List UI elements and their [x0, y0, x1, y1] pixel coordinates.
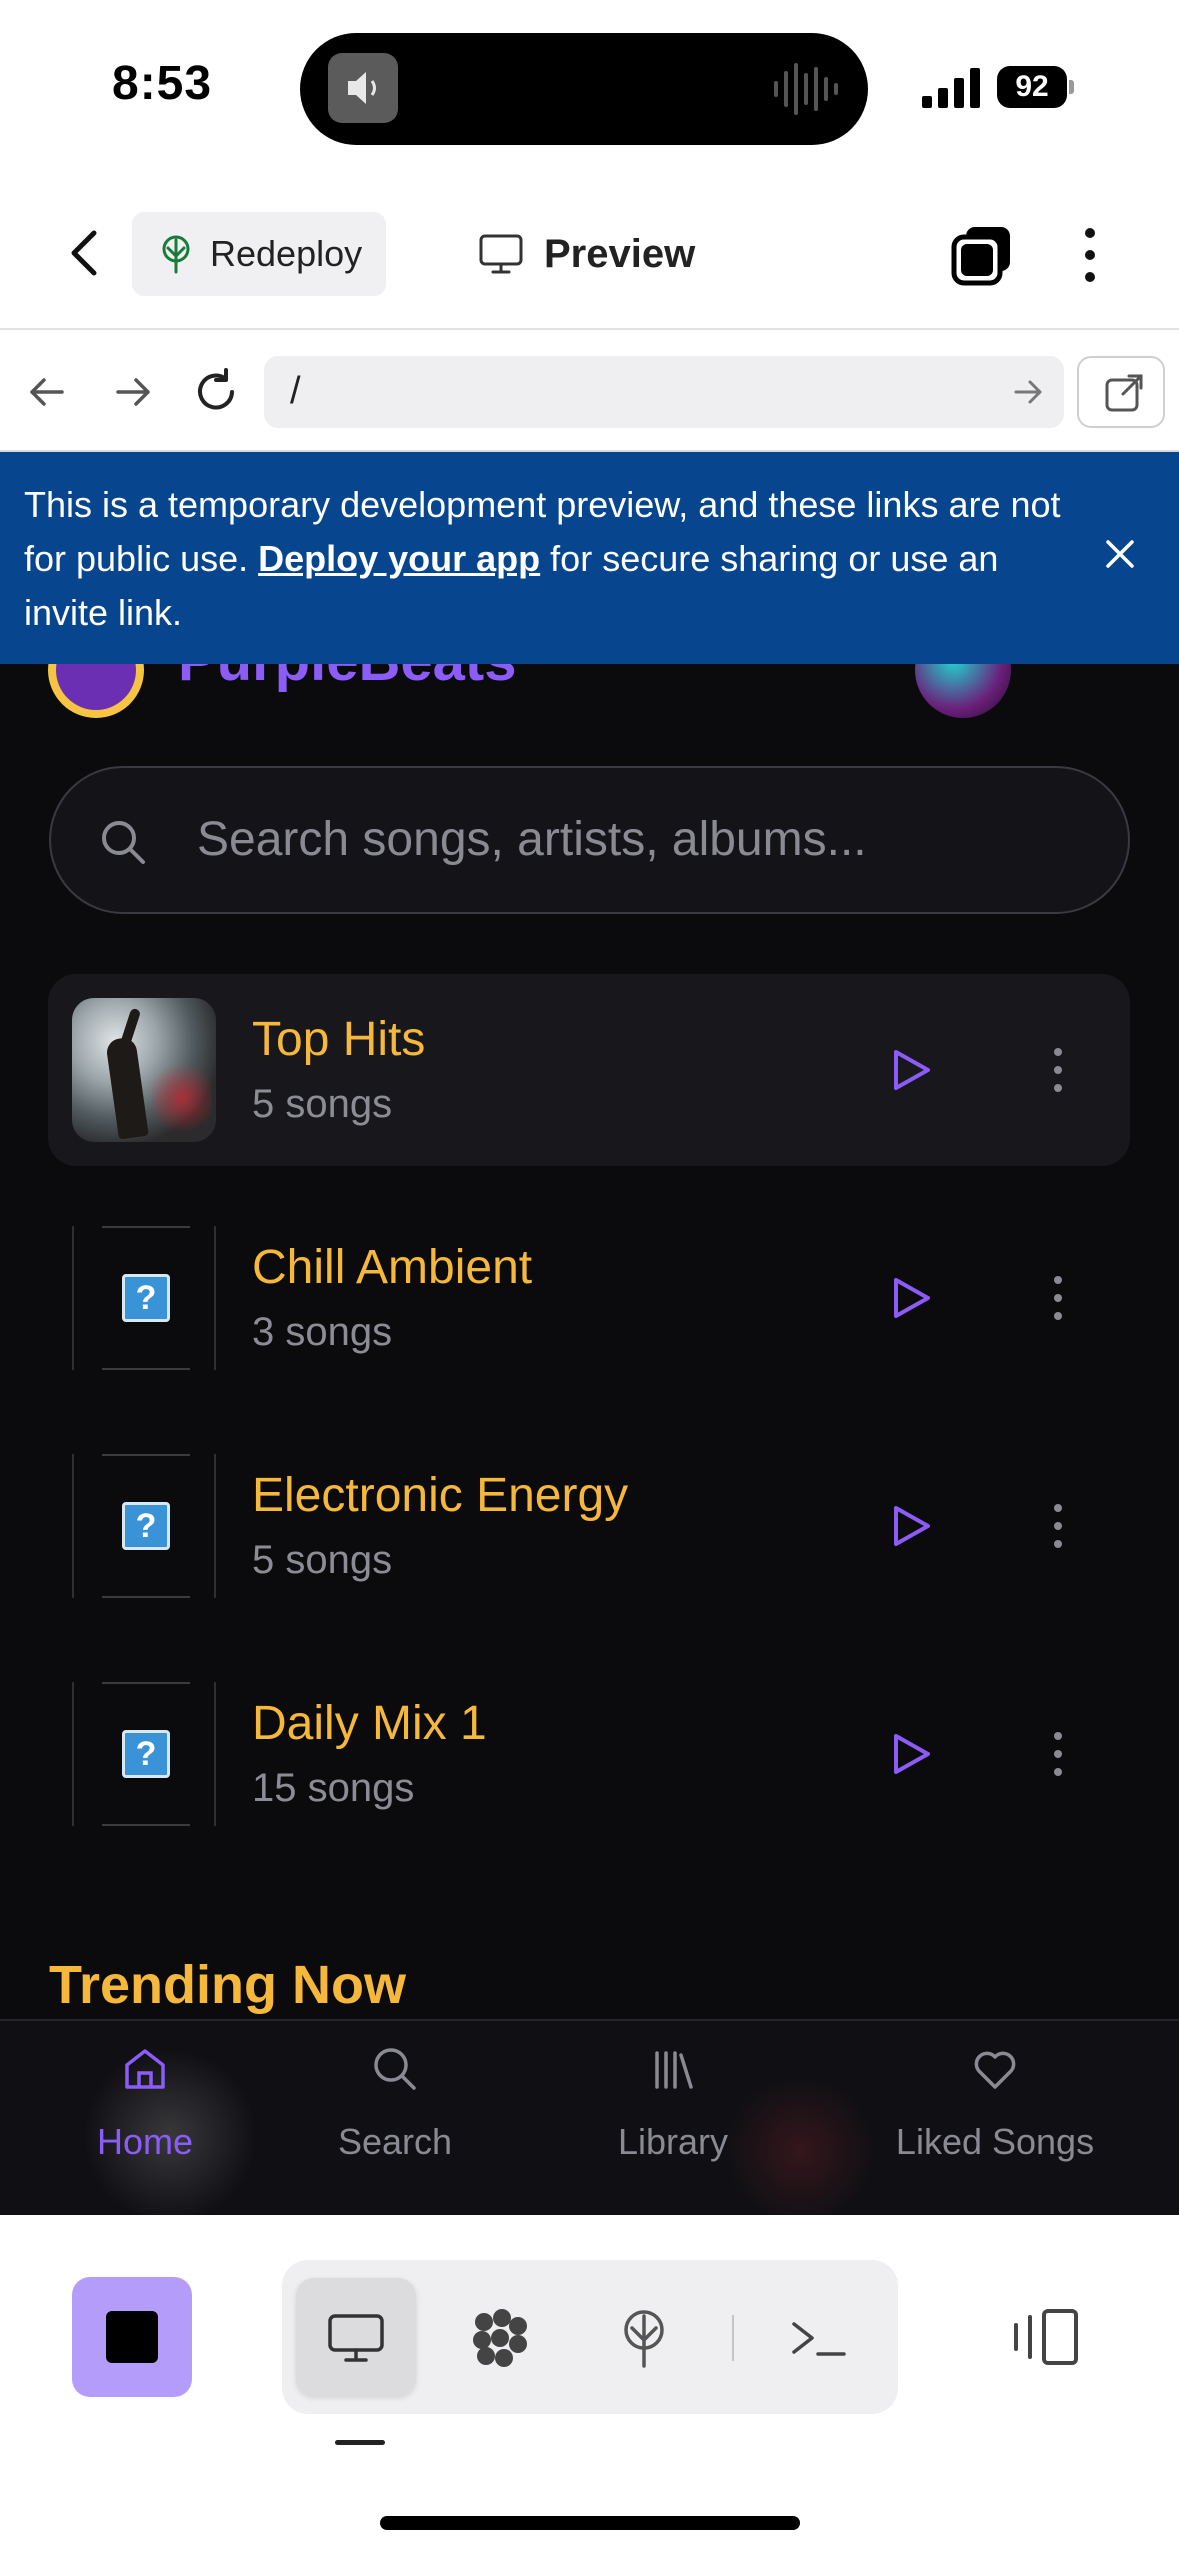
- playlist-title: Daily Mix 1: [252, 1697, 487, 1750]
- playlist-title: Top Hits: [252, 1013, 426, 1066]
- redeploy-button[interactable]: Redeploy: [132, 212, 386, 296]
- playlist-count: 5 songs: [252, 1082, 393, 1126]
- url-bar: /: [0, 332, 1179, 452]
- url-path: /: [290, 370, 301, 412]
- home-icon: [125, 2049, 165, 2089]
- stop-icon: [106, 2311, 158, 2363]
- panel-toggle-icon[interactable]: [1010, 2307, 1082, 2367]
- preview-mode-button[interactable]: [296, 2278, 416, 2396]
- app-viewport: PurpleBeats Search songs, artists, album…: [0, 452, 1179, 2215]
- open-external-button[interactable]: [1077, 356, 1165, 428]
- play-icon[interactable]: [884, 1044, 936, 1096]
- arrow-left-icon[interactable]: [18, 362, 78, 422]
- dev-preview-banner: This is a temporary development preview,…: [0, 452, 1179, 664]
- more-vertical-icon[interactable]: [1048, 1044, 1068, 1096]
- top-toolbar: Redeploy Preview: [0, 175, 1179, 330]
- nav-tab-library[interactable]: Library: [528, 2021, 818, 2215]
- more-vertical-icon[interactable]: [1048, 1500, 1068, 1552]
- library-icon: [655, 2051, 693, 2089]
- playlist-item[interactable]: Top Hits 5 songs: [48, 974, 1130, 1166]
- agent-swirl-icon: [473, 2309, 527, 2367]
- nav-label: Library: [617, 2121, 729, 2162]
- search-input[interactable]: Search songs, artists, albums...: [49, 766, 1130, 914]
- playlist-cover: [72, 998, 216, 1142]
- shell-mode-button[interactable]: [758, 2278, 878, 2396]
- broken-image-icon: ?: [122, 1730, 170, 1778]
- heart-icon: [974, 2051, 1016, 2089]
- active-indicator: [335, 2440, 385, 2445]
- nav-label: Liked Songs: [895, 2121, 1095, 2162]
- deploy-tree-icon: [624, 2310, 664, 2368]
- playlist-item[interactable]: ? Daily Mix 1 15 songs: [48, 1658, 1130, 1850]
- playlist-title: Chill Ambient: [252, 1241, 533, 1294]
- stop-button[interactable]: [72, 2277, 192, 2397]
- broken-image-icon: ?: [122, 1274, 170, 1322]
- play-icon[interactable]: [884, 1272, 936, 1324]
- deploy-tree-icon: [162, 235, 190, 274]
- playlist-cover: ?: [72, 1226, 216, 1370]
- view-mode-group: [282, 2260, 898, 2414]
- monitor-icon: [328, 2314, 384, 2362]
- playlist-cover: ?: [72, 1682, 216, 1826]
- more-vertical-icon[interactable]: [1048, 1272, 1068, 1324]
- close-icon[interactable]: [1100, 534, 1140, 574]
- tabs-icon[interactable]: [950, 223, 1014, 287]
- playlist-count: 15 songs: [252, 1766, 415, 1810]
- reload-icon[interactable]: [186, 362, 246, 422]
- nav-tab-home[interactable]: Home: [0, 2021, 290, 2215]
- url-input[interactable]: /: [264, 356, 1064, 428]
- search-icon: [374, 2048, 416, 2090]
- battery-icon: 92: [997, 66, 1074, 108]
- battery-level: 92: [997, 66, 1067, 108]
- external-link-icon: [1105, 374, 1143, 412]
- more-vertical-icon[interactable]: [1048, 1728, 1068, 1780]
- nav-tab-liked-songs[interactable]: Liked Songs: [850, 2021, 1140, 2215]
- status-time: 8:53: [112, 57, 213, 110]
- deploy-mode-button[interactable]: [584, 2278, 704, 2396]
- divider: [732, 2315, 734, 2361]
- search-icon: [102, 821, 145, 864]
- host-toolbar: [0, 2215, 1179, 2556]
- play-icon[interactable]: [884, 1728, 936, 1780]
- nav-label: Search: [337, 2121, 453, 2162]
- broken-image-icon: ?: [122, 1502, 170, 1550]
- section-title: Trending Now: [49, 1955, 406, 2015]
- audio-wave-icon: [774, 63, 838, 115]
- playlist-item[interactable]: ? Chill Ambient 3 songs: [48, 1202, 1130, 1394]
- speaker-icon: [328, 53, 398, 123]
- go-arrow-icon[interactable]: [1010, 374, 1046, 410]
- redeploy-label: Redeploy: [210, 233, 363, 274]
- dynamic-island: [300, 33, 868, 145]
- playlist-cover: ?: [72, 1454, 216, 1598]
- signal-icon: [922, 68, 980, 108]
- back-icon[interactable]: [58, 225, 114, 281]
- deploy-app-link[interactable]: Deploy your app: [258, 538, 540, 579]
- nav-label: Home: [96, 2121, 194, 2162]
- status-bar: 8:53 92: [0, 0, 1179, 175]
- bottom-nav: Home Search Library Liked Songs: [0, 2019, 1179, 2215]
- home-indicator: [380, 2516, 800, 2530]
- playlist-count: 3 songs: [252, 1310, 393, 1354]
- nav-tab-search[interactable]: Search: [250, 2021, 540, 2215]
- workspace-mode-button[interactable]: [440, 2278, 560, 2396]
- more-vertical-icon[interactable]: [1070, 223, 1110, 287]
- playlist-count: 5 songs: [252, 1538, 393, 1582]
- search-placeholder: Search songs, artists, albums...: [197, 813, 867, 866]
- terminal-icon: [792, 2322, 846, 2356]
- playlist-title: Electronic Energy: [252, 1469, 629, 1522]
- playlist-item[interactable]: ? Electronic Energy 5 songs: [48, 1430, 1130, 1622]
- play-icon[interactable]: [884, 1500, 936, 1552]
- arrow-right-icon[interactable]: [102, 362, 162, 422]
- preview-label: Preview: [544, 231, 696, 276]
- banner-text: This is a temporary development preview,…: [24, 484, 1061, 633]
- preview-button[interactable]: Preview: [478, 212, 695, 296]
- monitor-icon: [479, 234, 523, 274]
